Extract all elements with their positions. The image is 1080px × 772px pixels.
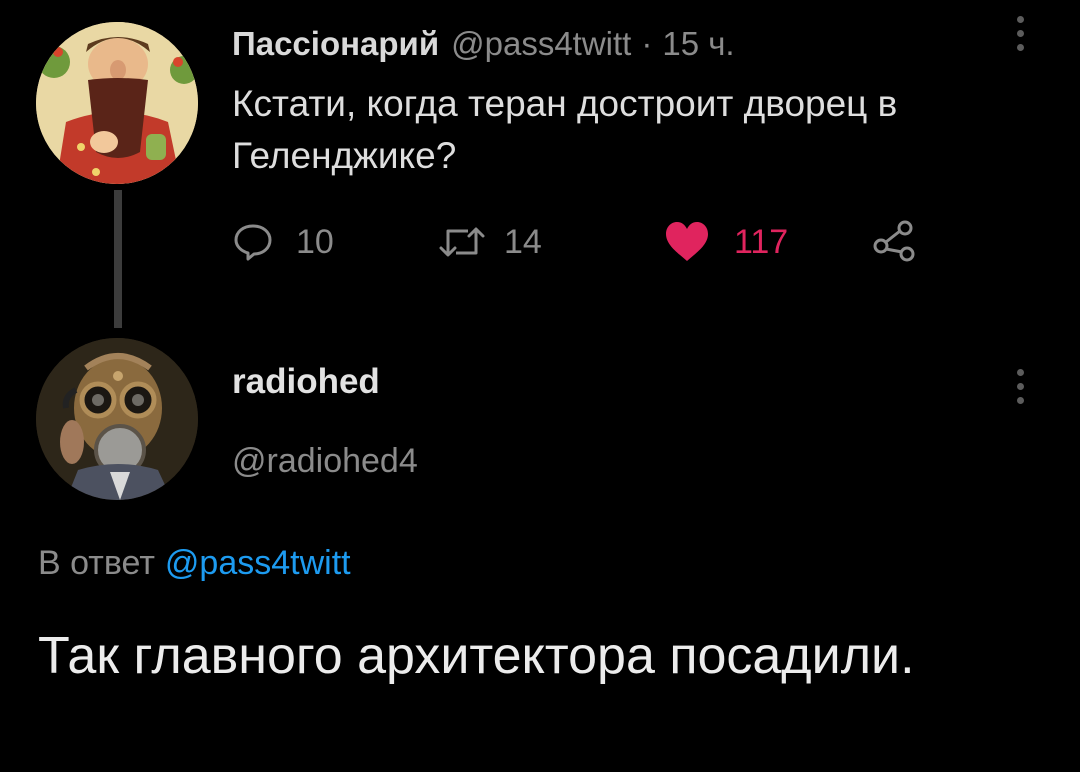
- parent-author-avatar[interactable]: [36, 22, 198, 184]
- reply-context: В ответ @pass4twitt: [38, 544, 351, 583]
- reply-author-name[interactable]: radiohed: [232, 362, 380, 402]
- reply-context-label: В ответ: [38, 544, 155, 582]
- header-separator: ·: [641, 25, 653, 62]
- avatar-illustration: [36, 22, 198, 184]
- retweet-button[interactable]: 14: [438, 220, 542, 264]
- reply-tweet-text: Так главного архитектора посадили.: [38, 627, 915, 685]
- reply-more-icon[interactable]: [1016, 369, 1024, 404]
- reply-button[interactable]: 10: [232, 220, 334, 264]
- like-button[interactable]: 117: [664, 220, 788, 264]
- reply-icon: [234, 224, 272, 261]
- parent-author-name[interactable]: Пассіонарий: [232, 22, 439, 66]
- like-count: 117: [734, 222, 789, 261]
- share-button[interactable]: [872, 218, 916, 262]
- reply-author-handle[interactable]: @radiohed4: [232, 442, 418, 481]
- parent-more-icon[interactable]: [1016, 16, 1024, 51]
- reply-context-mention-link[interactable]: @pass4twitt: [165, 544, 351, 582]
- retweet-count: 14: [504, 222, 542, 261]
- heart-icon: [666, 222, 708, 261]
- parent-tweet-text: Кстати, когда теран достроит дворец в Ге…: [232, 83, 898, 176]
- parent-tweet-time[interactable]: 15 ч.: [662, 22, 734, 66]
- parent-author-handle[interactable]: @pass4twitt: [451, 22, 631, 66]
- parent-tweet-header: Пассіонарий @pass4twitt · 15 ч.: [232, 22, 735, 66]
- retweet-icon: [439, 227, 485, 257]
- thread-connector-line: [114, 190, 122, 328]
- avatar-illustration: [36, 338, 198, 500]
- reply-author-avatar[interactable]: [36, 338, 198, 500]
- share-icon: [873, 220, 915, 262]
- reply-count: 10: [296, 222, 334, 261]
